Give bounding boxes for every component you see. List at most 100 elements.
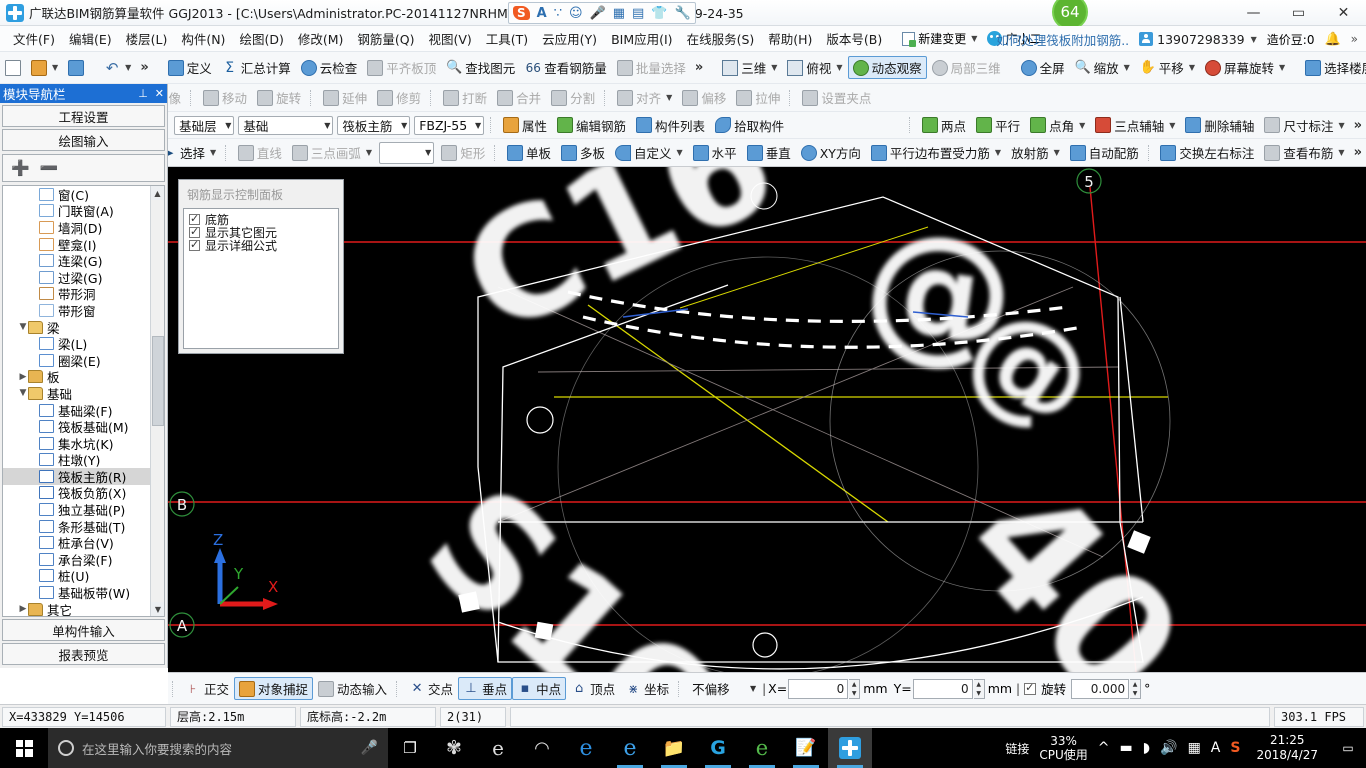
chevron-down-icon[interactable]: ▼ [1079,121,1085,130]
ime-emoji-icon[interactable]: ☺ [569,7,583,20]
tree-item-sump[interactable]: 集水坑(K) [3,435,150,452]
wifi-icon[interactable]: ◗ [1143,740,1150,756]
move-button[interactable]: 移动 [198,86,252,109]
y-offset-stepper[interactable]: ▲ ▼ [973,678,985,699]
ime-handwriting-icon[interactable]: ▤ [632,7,644,20]
ime-voice-icon[interactable]: 🎤 [590,7,606,20]
menu-edit[interactable]: 编辑(E) [62,26,119,51]
tree-item-mainrebar[interactable]: 筏板主筋(R) [3,468,150,485]
align-button[interactable]: 对齐 ▼ [612,86,677,109]
single-slab-button[interactable]: 单板 [502,141,556,164]
checkbox-checked-icon[interactable] [189,212,200,225]
ime-language-icon[interactable]: A [537,7,547,20]
scroll-down-icon[interactable]: ▼ [151,602,164,616]
chevron-down-icon[interactable]: ▼ [475,121,481,130]
snap-intersection-toggle[interactable]: ✕ 交点 [404,677,458,700]
chevron-down-icon[interactable]: ▼ [324,121,330,130]
dimension-button[interactable]: 尺寸标注 ▼ [1259,114,1349,137]
tree-item-negrebar[interactable]: 筏板负筋(X) [3,485,150,501]
split-button[interactable]: 分割 [546,86,600,109]
scroll-thumb[interactable] [152,336,164,426]
snap-coordinate-toggle[interactable]: ⋇ 坐标 [620,677,674,700]
horizontal-rebar-button[interactable]: 水平 [688,141,742,164]
taskbar-app-spiral[interactable]: ◠ [520,728,564,768]
tree-expander-icon[interactable]: ▼ [18,322,28,332]
auto-rebar-button[interactable]: 自动配筋 [1065,141,1144,164]
chevron-down-icon[interactable]: ▼ [995,148,1001,157]
menu-component[interactable]: 构件(N) [174,26,232,51]
chevron-down-icon[interactable]: ▼ [971,34,977,43]
taskbar-app-edge[interactable]: e [564,728,608,768]
swap-lr-dimension-button[interactable]: 交换左右标注 [1155,141,1259,164]
tree-item-pilecap[interactable]: 桩承台(V) [3,534,150,551]
summary-calc-button[interactable]: Σ 汇总计算 [217,56,296,79]
tree-item-ringbeam[interactable]: 圈梁(E) [3,352,150,369]
find-element-button[interactable]: 🔍 查找图元 [441,56,520,79]
tree-expander-icon[interactable]: ▶ [18,372,28,382]
menu-overflow-icon[interactable]: » [1351,32,1358,46]
taskbar-search[interactable]: 在这里输入你要搜索的内容 🎤 [48,728,388,768]
taskbar-app-360[interactable]: G [696,728,740,768]
floor-select[interactable]: 基础层 ▼ [174,115,235,135]
chevron-down-icon[interactable]: ▼ [1189,63,1195,72]
align-slab-top-button[interactable]: 平齐板顶 [362,56,441,79]
three-point-axis-button[interactable]: 三点辅轴 ▼ [1090,114,1180,137]
taskbar-app-green-browser[interactable]: e [740,728,784,768]
tree-item-window[interactable]: 窗(C) [3,186,150,203]
delete-axis-button[interactable]: 删除辅轴 [1180,114,1259,137]
tree-scrollbar[interactable]: ▲ ▼ [150,186,164,616]
chevron-down-icon[interactable]: ▼ [425,148,431,157]
object-snap-toggle[interactable]: 对象捕捉 [234,677,314,700]
cloud-check-button[interactable]: 云检查 [296,56,363,79]
tree-item-lintel[interactable]: 过梁(G) [3,269,150,286]
fullscreen-button[interactable]: 全屏 [1016,56,1070,79]
tree-item-foundbeam[interactable]: 基础梁(F) [3,402,150,419]
x-offset-stepper[interactable]: ▲ ▼ [849,678,861,699]
chevron-down-icon[interactable]: ▼ [225,121,231,130]
batch-select-button[interactable]: 批量选择 [612,56,691,79]
ime-toolbar[interactable]: S A ∵ ☺ 🎤 ▦ ▤ 👕 🔧 [508,2,696,24]
pick-component-button[interactable]: 拾取构件 [710,114,789,137]
line-tool-button[interactable]: 直线 [233,141,287,164]
taskbar-app-ie[interactable]: e [608,728,652,768]
ime-punctuation-icon[interactable]: ∵ [554,7,562,20]
menu-cloud[interactable]: 云应用(Y) [535,26,604,51]
ime-skin-icon[interactable]: 👕 [651,7,667,20]
xy-direction-button[interactable]: XY方向 [796,141,866,164]
tree-item-pier[interactable]: 柱墩(Y) [3,452,150,468]
save-file-button[interactable] [63,58,89,78]
pin-icon[interactable]: ⊥ [138,87,148,100]
set-grip-button[interactable]: 设置夹点 [797,86,876,109]
radial-rebar-button[interactable]: 放射筋 ▼ [1006,141,1065,164]
minimize-button[interactable]: — [1231,0,1276,26]
notification-center-button[interactable]: ▭ [1334,728,1362,768]
sogou-tray-icon[interactable]: S [1230,740,1240,756]
chevron-down-icon[interactable]: ▼ [1279,63,1285,72]
dynamic-input-toggle[interactable]: 动态输入 [313,677,392,700]
ime-keyboard-icon[interactable]: ▦ [613,7,625,20]
draw-style-select[interactable]: ▼ [379,141,435,164]
chevron-down-icon[interactable]: ▼ [836,63,842,72]
extend-button[interactable]: 延伸 [318,86,372,109]
chevron-down-icon[interactable]: ▼ [1338,121,1344,130]
keyboard-icon[interactable]: ▦ [1188,740,1201,756]
chevron-down-icon[interactable]: ▼ [1124,63,1130,72]
drawing-canvas[interactable]: 5 B A C16 @ @ S16 40 Z X Y 钢筋显示控制面板 ✓ 底筋… [168,167,1366,672]
chevron-down-icon[interactable]: ▼ [1338,148,1344,157]
tree-expander-icon[interactable]: ▼ [18,388,28,398]
open-file-button[interactable]: ▼ [26,58,63,78]
tree-item-isolated[interactable]: 独立基础(P) [3,501,150,518]
multi-slab-button[interactable]: 多板 [556,141,610,164]
define-button[interactable]: 定义 [163,56,217,79]
menu-floor[interactable]: 楼层(L) [119,26,175,51]
toolbar-overflow-left[interactable]: » [136,60,152,75]
close-icon[interactable]: ✕ [155,87,164,100]
select-floor-button[interactable]: 选择楼层 [1300,56,1366,79]
tree-expander-icon[interactable]: ▶ [18,604,28,614]
view-rebar-layout-button[interactable]: 查看布筋 ▼ [1259,141,1349,164]
break-button[interactable]: 打断 [438,86,492,109]
draw-input-button[interactable]: 绘图输入 [2,129,165,151]
tray-expand-icon[interactable]: ^ [1098,740,1110,756]
toolbar3-overflow[interactable]: » [1350,118,1366,133]
chevron-down-icon[interactable]: ▼ [401,121,407,130]
